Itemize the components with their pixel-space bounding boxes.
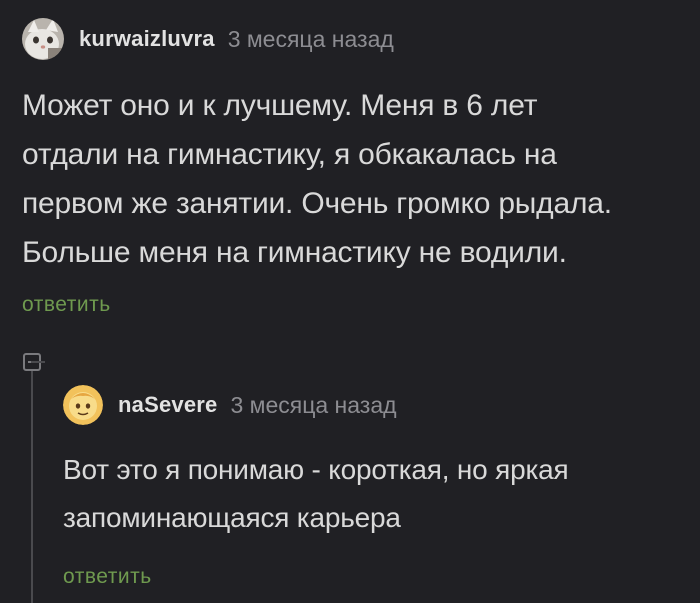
thread-line [31, 371, 33, 603]
comment-body: Вот это я понимаю - короткая, но яркая з… [63, 454, 569, 533]
thread-branch-line [31, 361, 45, 363]
comment-username[interactable]: naSevere [118, 392, 217, 418]
reply-button[interactable]: ответить [22, 293, 111, 317]
comment-timestamp: 3 месяца назад [227, 25, 394, 52]
comment-username[interactable]: kurwaizluvra [79, 26, 215, 52]
comments-thread: kurwaizluvra 3 месяца назад Может оно и … [0, 0, 700, 603]
comment-timestamp: 3 месяца назад [230, 391, 397, 418]
comment-header: kurwaizluvra 3 месяца назад [22, 18, 394, 60]
reply-button[interactable]: ответить [63, 565, 152, 589]
comment-body: Может оно и к лучшему. Меня в 6 лет отда… [22, 89, 612, 269]
comment-header: naSevere 3 месяца назад [63, 385, 397, 425]
emoji-face-avatar-icon[interactable] [63, 385, 103, 425]
cat-avatar-icon[interactable] [22, 18, 64, 60]
